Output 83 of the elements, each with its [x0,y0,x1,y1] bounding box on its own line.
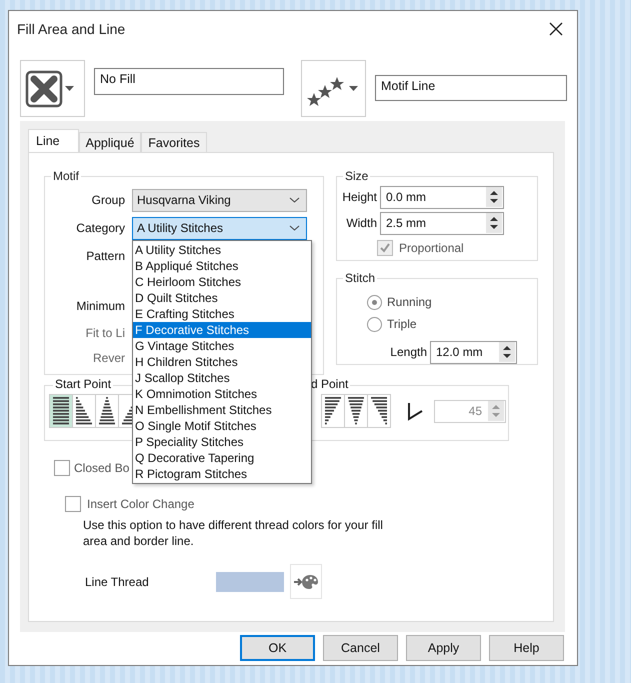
dialog-button[interactable]: Apply [406,635,481,661]
combobox-value: A Utility Stitches [137,221,224,235]
lines-icon [53,397,69,425]
angle-icon [406,401,424,421]
start-point-button[interactable] [95,394,119,428]
tab[interactable]: Favorites [141,132,207,152]
spin-arrows-icon[interactable] [486,213,502,233]
dropdown-option[interactable]: O Single Motif Stitches [133,418,311,434]
field-label: Pattern [85,249,126,263]
checkbox-label: Proportional [399,241,464,255]
group-combobox[interactable]: Husqvarna Viking [132,188,307,212]
field-label: Height [341,190,378,204]
dropdown-option[interactable]: G Vintage Stitches [133,338,311,354]
tab[interactable]: Appliqué [78,132,142,152]
end-point-button[interactable] [367,394,391,428]
field-label: Width [345,216,378,230]
close-icon[interactable] [549,22,563,36]
checkbox[interactable] [65,496,81,512]
caret-icon [289,225,300,231]
description-text: Use this option to have different thread colors for your fill area and border line. [83,517,384,549]
dropdown-option[interactable]: P Speciality Stitches [133,434,311,450]
checkbox-label: Closed Bo [74,461,130,475]
checkbox[interactable] [54,460,70,476]
start-point-button[interactable] [49,394,73,428]
dropdown-option[interactable]: A Utility Stitches [133,242,311,258]
dialog-button[interactable]: OK [240,635,315,661]
checkbox-label: Insert Color Change [87,497,194,511]
spinbox-value: 12.0 mm [436,345,483,359]
lines-icon [99,397,115,425]
group-title: Motif [52,169,80,183]
spin-arrows-icon[interactable] [486,187,502,207]
end-point-button[interactable] [344,394,368,428]
dialog-button[interactable]: Cancel [323,635,398,661]
caret-icon [289,197,300,203]
field-label: Minimum [75,299,126,313]
dropdown-option[interactable]: B Appliqué Stitches [133,258,311,274]
color-swatch[interactable] [216,572,284,592]
field-label: Group [90,193,126,207]
dropdown-option[interactable]: D Quilt Stitches [133,290,311,306]
dropdown-option[interactable]: F Decorative Stitches [133,322,311,338]
dialog-button[interactable]: Help [489,635,564,661]
field-label: Length [389,345,428,359]
line-type-button[interactable] [301,60,366,117]
dropdown-option[interactable]: N Embellishment Stitches [133,402,311,418]
fill-name-field[interactable]: No Fill [94,68,284,94]
field-label: Rever [92,350,126,364]
lines-icon [76,397,92,425]
combobox-value: Husqvarna Viking [137,193,231,207]
radio-button[interactable] [367,294,382,310]
spinbox-value: 0.0 mm [386,190,426,204]
window-title: Fill Area and Line [17,21,126,37]
dropdown-option[interactable]: E Crafting Stitches [133,306,311,322]
spinbox-value: 2.5 mm [386,216,426,230]
fill-type-button[interactable] [20,60,85,117]
lines-icon [348,397,364,425]
lines-icon [371,397,387,425]
radio-button[interactable] [367,316,382,332]
dropdown-option[interactable]: H Children Stitches [133,354,311,370]
field-label: Line Thread [85,574,150,588]
end-point-button[interactable] [321,394,345,428]
dropdown-option[interactable]: J Scallop Stitches [133,370,311,386]
dropdown-option[interactable]: Q Decorative Tapering [133,450,311,466]
dropdown-option[interactable]: K Omnimotion Stitches [133,386,311,402]
radio-label: Running [387,295,432,309]
tab[interactable]: Line [28,129,79,152]
line-name-field[interactable]: Motif Line [375,75,567,101]
category-combobox[interactable]: A Utility Stitches [132,216,307,240]
palette-button[interactable] [290,564,322,599]
spinbox-value: 45 [468,404,483,418]
group-title: Stitch [344,271,376,285]
group-title: Start Point [53,377,114,391]
dropdown-option[interactable]: R Pictogram Stitches [133,466,311,482]
lines-icon [325,397,341,425]
spin-arrows-icon[interactable] [499,342,515,362]
length-spinbox[interactable]: 12.0 mm [430,340,517,364]
start-point-button[interactable] [72,394,96,428]
width-spinbox[interactable]: 2.5 mm [380,212,504,234]
group-title: Size [344,169,370,183]
radio-label: Triple [387,317,417,331]
dropdown-option[interactable]: C Heirloom Stitches [133,274,311,290]
field-label: Fit to Li [84,326,126,340]
field-label: Category [75,221,126,235]
height-spinbox[interactable]: 0.0 mm [380,186,504,208]
